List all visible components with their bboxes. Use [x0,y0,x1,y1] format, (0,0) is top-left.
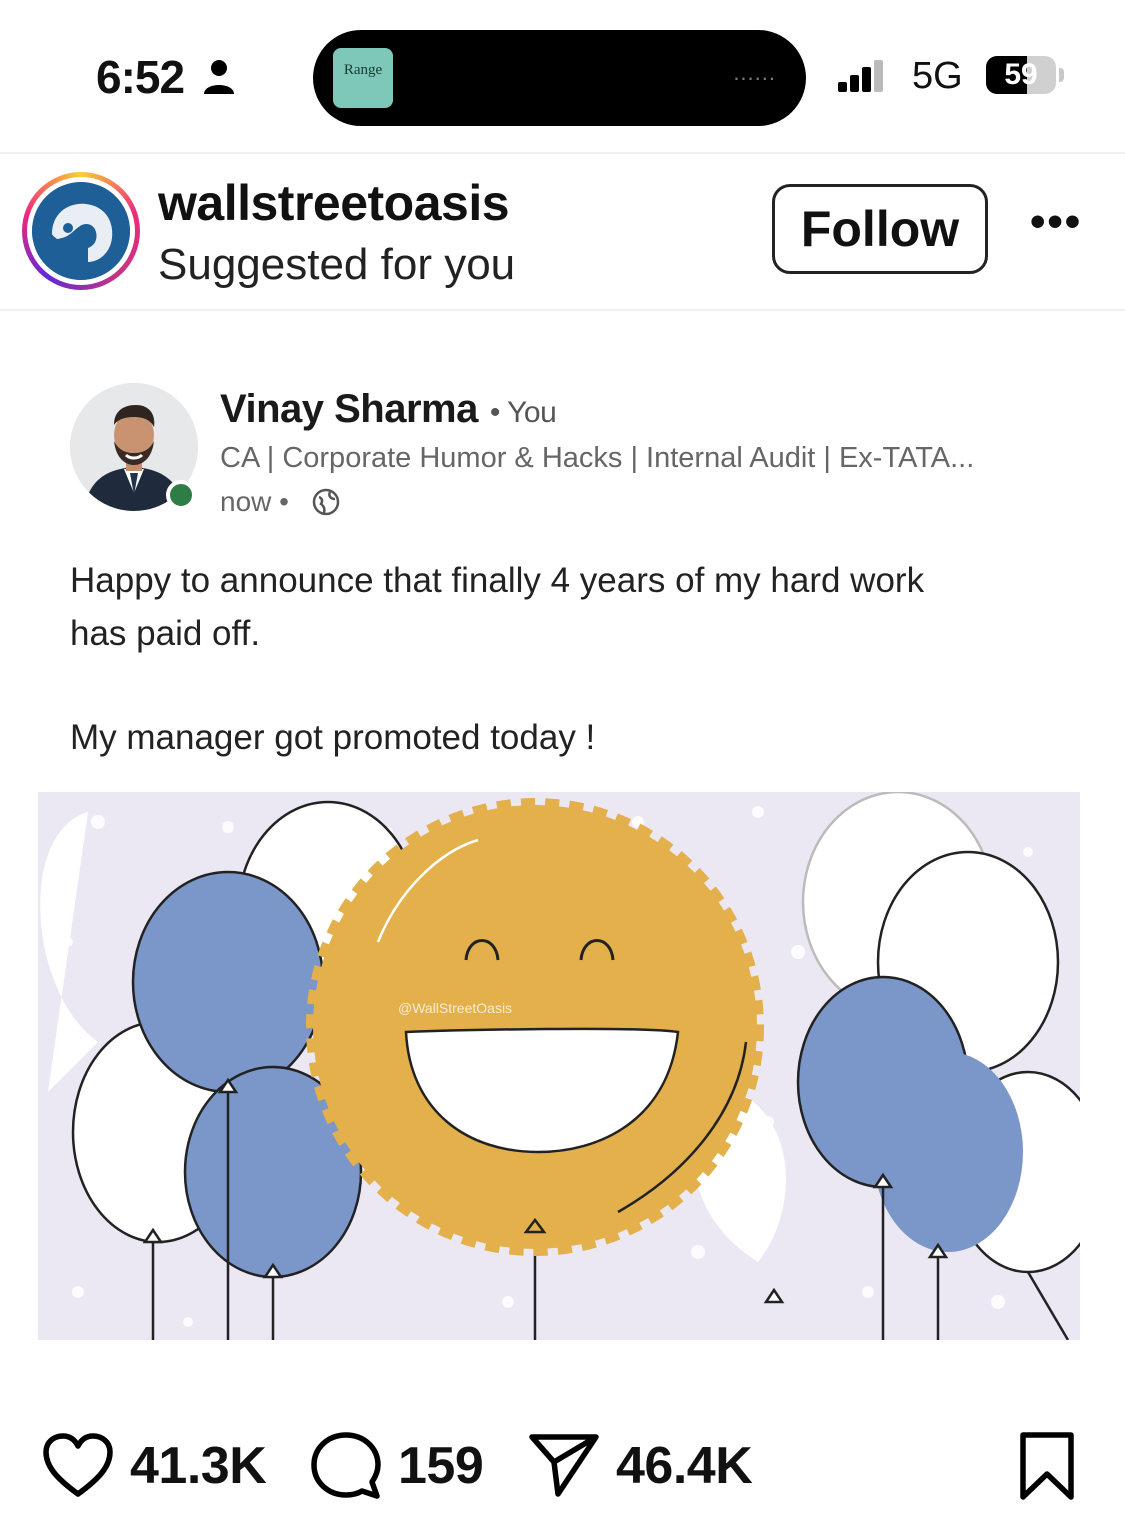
online-status-dot [166,480,196,510]
linkedin-relation: • You [489,396,557,429]
post-text-line: Happy to announce that finally 4 years o… [70,561,925,600]
battery-level: 59 [1004,58,1038,91]
battery-nub [1059,68,1064,82]
linkedin-author-name: Vinay Sharma [220,387,478,431]
share-count[interactable]: 46.4K [616,1436,753,1496]
image-watermark: @WallStreetOasis [398,1000,513,1016]
divider [0,309,1125,311]
comment-icon[interactable] [310,1430,382,1502]
globe-icon [312,488,340,516]
post-username[interactable]: wallstreetoasis [158,174,510,232]
dynamic-island[interactable]: Range ...... [313,30,806,126]
heart-icon[interactable] [42,1432,114,1498]
status-time: 6:52 [96,51,185,103]
bookmark-icon[interactable] [1018,1430,1076,1502]
celebration-illustration[interactable]: @WallStreetOasis [38,792,1080,1340]
post-text-line: has paid off. [70,614,261,653]
story-ring[interactable] [22,172,140,290]
avatar-border [27,177,135,285]
like-count[interactable]: 41.3K [130,1436,267,1496]
post-text-line: My manager got promoted today ! [70,718,596,757]
balloons-smiley-illustration [38,792,1080,1340]
post-actions: 41.3K 159 46.4K [0,1420,1125,1510]
linkedin-timestamp: now • [220,486,289,517]
linkedin-author: Vinay Sharma • You [220,387,557,432]
divider [0,152,1125,154]
album-art-label: Range [343,62,383,78]
cellular-signal-icon [838,60,883,92]
suggested-label: Suggested for you [158,240,516,289]
live-activity-album-art: Range [333,48,393,108]
person-icon [204,60,234,94]
more-options-icon[interactable]: ••• [1030,200,1090,244]
battery-icon: 59 [986,56,1056,94]
smiley-badge [306,798,764,1256]
linkedin-headline: CA | Corporate Humor & Hacks | Internal … [220,442,975,474]
status-bar: 6:52 Range ...... 5G 59 [0,0,1125,152]
comment-count[interactable]: 159 [398,1436,484,1496]
share-icon[interactable] [528,1432,600,1498]
avatar[interactable] [32,182,130,280]
follow-button[interactable]: Follow [772,184,988,274]
network-type: 5G [912,55,963,97]
live-activity-waveform: ...... [733,60,776,85]
wso-logo-icon [32,182,130,280]
